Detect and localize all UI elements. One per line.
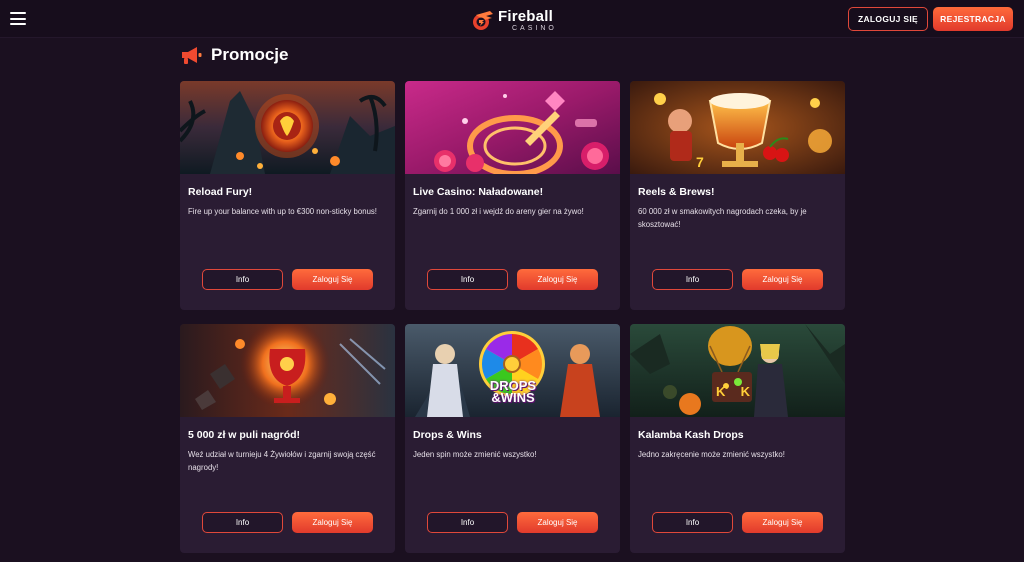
info-button[interactable]: Info (652, 512, 733, 533)
promo-card: DROPS &WINS Drops & Wins Jeden spin może… (405, 324, 620, 553)
card-login-button[interactable]: Zaloguj Się (742, 512, 823, 533)
login-button[interactable]: ZALOGUJ SIĘ (848, 7, 928, 31)
info-button[interactable]: Info (652, 269, 733, 290)
promo-title: Reels & Brews! (638, 186, 715, 198)
promo-card: Live Casino: Naładowane! Zgarnij do 1 00… (405, 81, 620, 310)
register-button[interactable]: REJESTRACJA (933, 7, 1013, 31)
top-header: Fireball CASINO ZALOGUJ SIĘ REJESTRACJA (0, 0, 1024, 38)
promo-description: 60 000 zł w smakowitych nagrodach czeka,… (638, 207, 807, 229)
promo-image-reload-fury[interactable] (180, 81, 395, 174)
brand-subtitle: CASINO (512, 24, 557, 32)
kash-k-right: K (740, 384, 750, 399)
promo-title: 5 000 zł w puli nagród! (188, 429, 301, 441)
promo-image-drops-wins[interactable]: DROPS &WINS (405, 324, 620, 417)
kash-symbols: K K (716, 384, 750, 399)
promo-title: Kalamba Kash Drops (638, 429, 744, 441)
promo-image-reels-brews[interactable]: 7 (630, 81, 845, 174)
info-button[interactable]: Info (202, 512, 283, 533)
fireball-logo-icon (473, 11, 493, 30)
wins-word: &WINS (491, 390, 535, 405)
promo-card: Reload Fury! Fire up your balance with u… (180, 81, 395, 310)
card-login-button[interactable]: Zaloguj Się (292, 269, 373, 290)
card-login-button[interactable]: Zaloguj Się (742, 269, 823, 290)
promo-title: Reload Fury! (188, 186, 253, 198)
card-login-button[interactable]: Zaloguj Się (517, 269, 598, 290)
card-login-button[interactable]: Zaloguj Się (517, 512, 598, 533)
promo-description: Zgarnij do 1 000 zł i wejdź do areny gie… (413, 207, 584, 216)
promo-image-live-casino[interactable] (405, 81, 620, 174)
svg-text:7: 7 (696, 154, 704, 170)
page-title: Promocje (211, 45, 289, 64)
brand-logo[interactable]: Fireball CASINO (472, 7, 557, 33)
promo-card: 7 Reels & Brews! 60 000 zł w smakowitych… (630, 81, 845, 310)
brand-name: Fireball (498, 7, 553, 25)
promo-description: Weź udział w turnieju 4 Żywiołów i zgarn… (188, 450, 376, 472)
promo-description: Fire up your balance with up to €300 non… (188, 207, 377, 216)
promo-image-tournament[interactable] (180, 324, 395, 417)
promo-image-kalamba[interactable]: K K (630, 324, 845, 417)
drops-wins-image-text: DROPS &WINS (477, 379, 549, 405)
promo-card: 5 000 zł w puli nagród! Weź udział w tur… (180, 324, 395, 553)
megaphone-icon (182, 47, 202, 64)
promo-description: Jeden spin może zmienić wszystko! (413, 450, 537, 459)
info-button[interactable]: Info (202, 269, 283, 290)
promo-title: Live Casino: Naładowane! (413, 186, 544, 198)
kash-k-left: K (716, 384, 726, 399)
section-header: Promocje (180, 45, 288, 65)
promo-card: K K Kalamba Kash Drops Jedno zakręcenie … (630, 324, 845, 553)
info-button[interactable]: Info (427, 269, 508, 290)
promo-title: Drops & Wins (413, 429, 482, 441)
menu-icon[interactable] (10, 12, 26, 25)
promo-description: Jedno zakręcenie może zmienić wszystko! (638, 450, 785, 459)
info-button[interactable]: Info (427, 512, 508, 533)
card-login-button[interactable]: Zaloguj Się (292, 512, 373, 533)
